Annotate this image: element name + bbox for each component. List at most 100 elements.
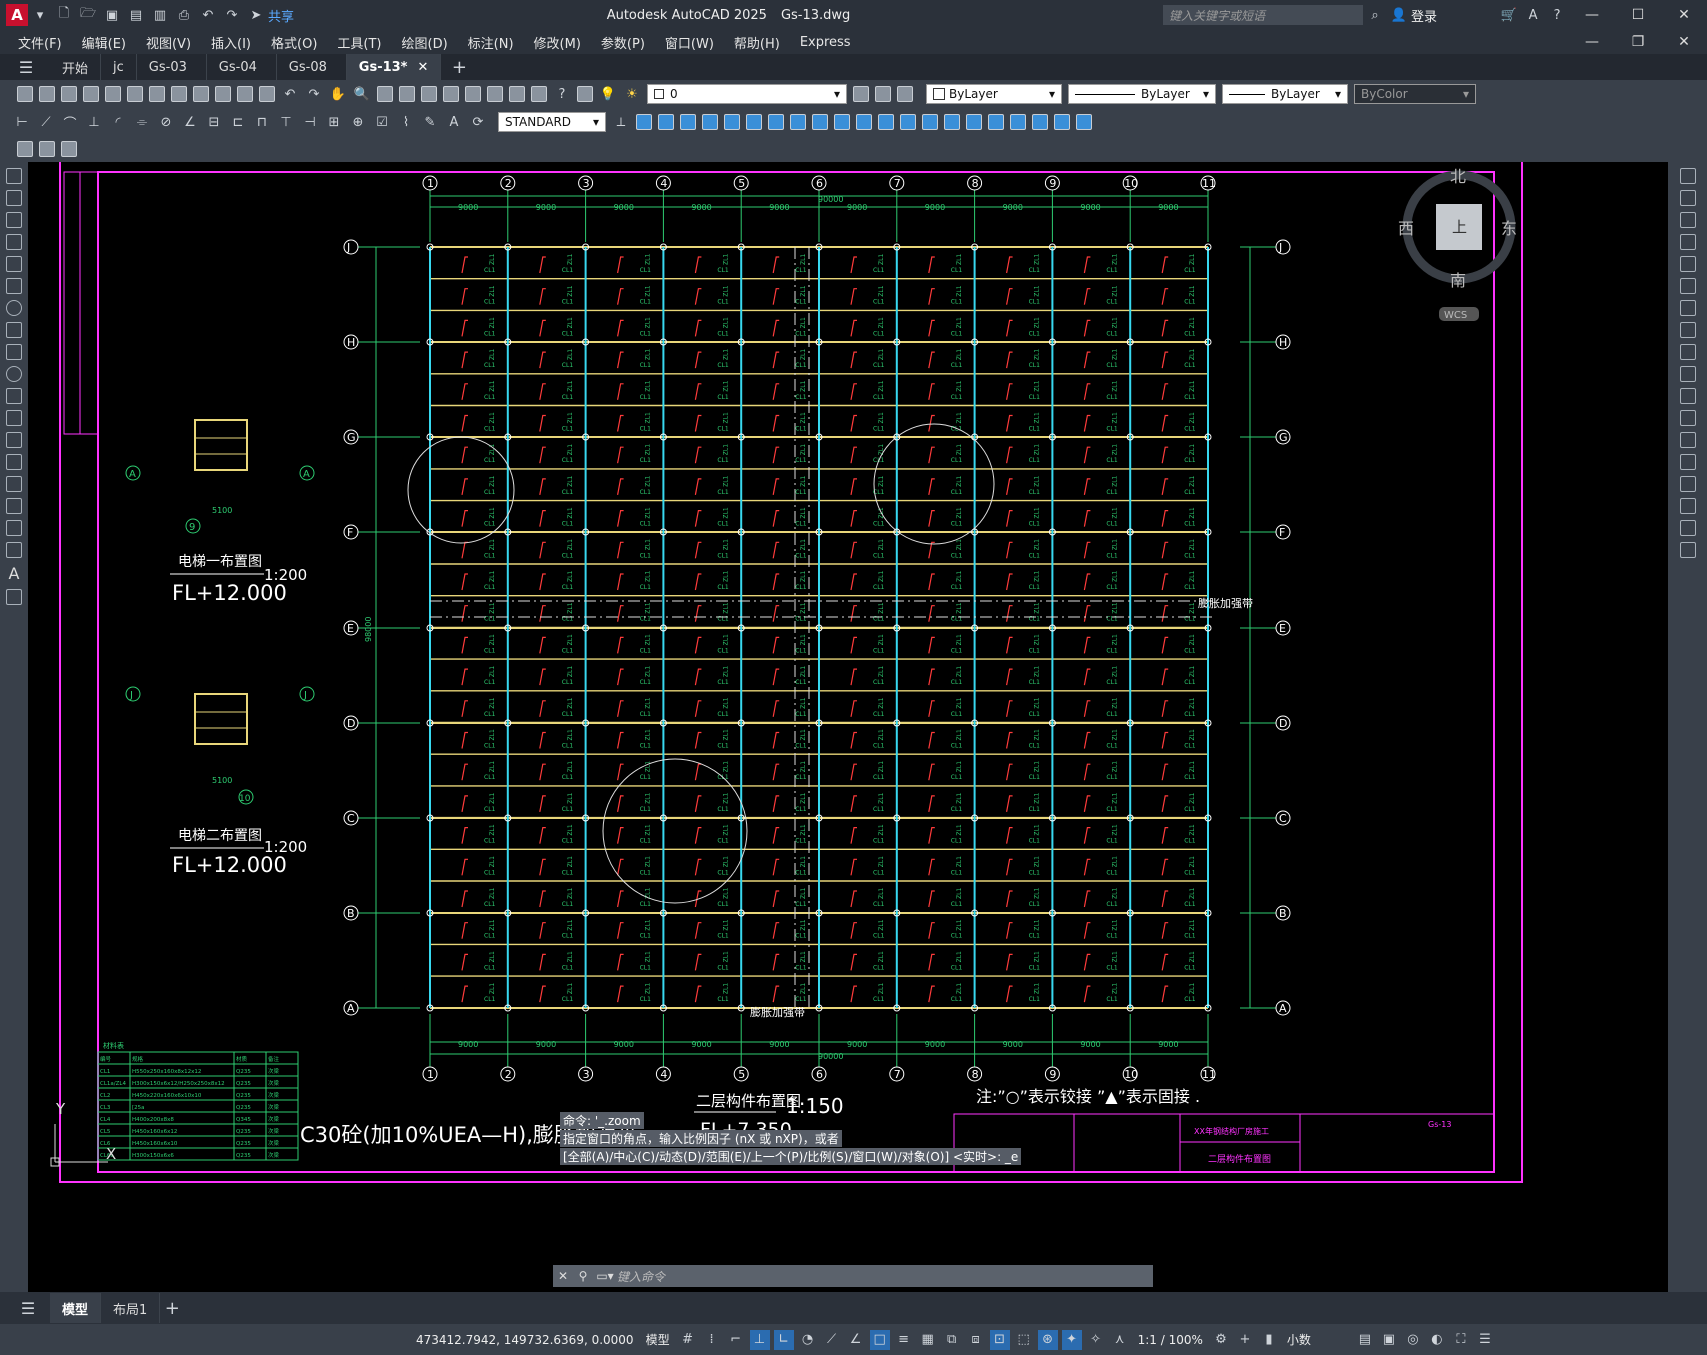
model-space-toggle[interactable]: 模型 (646, 1331, 670, 1348)
offset-icon[interactable] (1679, 234, 1696, 250)
units-select[interactable]: 小数 (1287, 1331, 1347, 1348)
new-tab-icon[interactable]: + (449, 57, 469, 78)
command-input[interactable]: 键入命令 (617, 1268, 665, 1285)
array-icon[interactable] (1679, 256, 1696, 272)
layout-menu-icon[interactable]: ☰ (18, 1298, 38, 1318)
transparency-icon[interactable]: ▦ (918, 1330, 938, 1350)
lock-ui-icon[interactable]: ▣ (1379, 1330, 1399, 1350)
trim-icon[interactable] (1679, 366, 1696, 382)
draworder-front-icon[interactable] (988, 114, 1004, 130)
ortho-icon[interactable]: ∟ (773, 1329, 794, 1350)
chamfer-icon[interactable] (1679, 476, 1696, 492)
line-icon[interactable] (6, 168, 22, 184)
modify-array-icon[interactable] (724, 114, 740, 130)
rotate-icon[interactable] (1679, 300, 1696, 316)
preview-icon[interactable] (105, 86, 121, 102)
dimstyle-select[interactable]: STANDARD ▾ (498, 112, 606, 132)
menu-help[interactable]: 帮助(H) (734, 33, 780, 52)
isometric-icon[interactable]: ⟋ (822, 1330, 842, 1350)
layer-select[interactable]: 0 ▾ (647, 84, 847, 104)
dim-edit-icon[interactable]: ✎ (420, 112, 440, 132)
dim-angular-icon[interactable]: ∠ (180, 112, 200, 132)
doc-close-button[interactable]: ✕ (1661, 34, 1707, 50)
center-mark-icon[interactable]: ⊕ (348, 112, 368, 132)
isolate-objects-icon[interactable]: ◎ (1403, 1330, 1423, 1350)
polar-icon[interactable]: ◔ (798, 1330, 818, 1350)
break-icon[interactable] (1679, 432, 1696, 448)
arc-icon[interactable] (6, 278, 22, 294)
linetype-select[interactable]: ByLayer ▾ (1068, 84, 1216, 104)
circle-icon[interactable] (6, 300, 22, 316)
dim-aligned-icon[interactable]: ⟋ (36, 112, 56, 132)
design-center-icon[interactable] (443, 86, 459, 102)
dim-ordinate-icon[interactable]: ⊥ (84, 112, 104, 132)
make-current-icon[interactable] (853, 86, 869, 102)
inspect-icon[interactable]: ☑ (372, 112, 392, 132)
menu-edit[interactable]: 编辑(E) (82, 33, 126, 52)
move-icon[interactable] (1679, 278, 1696, 294)
jogged-linear-icon[interactable]: ⌇ (396, 112, 416, 132)
menu-window[interactable]: 窗口(W) (665, 33, 714, 52)
snap-icon[interactable]: ⁞ (702, 1330, 722, 1350)
modify-chamfer-icon[interactable] (922, 114, 938, 130)
drawing-canvas[interactable]: J J H H G G F F E E D D C C B B A A 1 1 2 2 3 3 4 4 5 5 6 6 7 7 8 8 9 9 10 10… (28, 162, 1668, 1292)
doc-minimize-button[interactable]: — (1569, 34, 1615, 50)
lineweight-select[interactable]: ByLayer ▾ (1222, 84, 1348, 104)
mtext-icon[interactable]: A (0, 564, 28, 583)
open-icon[interactable] (39, 86, 55, 102)
close-button[interactable]: ✕ (1661, 7, 1707, 23)
tolerance-icon[interactable]: ⊞ (324, 112, 344, 132)
explode-icon[interactable] (1679, 542, 1696, 558)
minimize-button[interactable]: — (1569, 7, 1615, 23)
dim-linear-icon[interactable]: ⊢ (12, 112, 32, 132)
modify-move-icon[interactable] (746, 114, 762, 130)
menu-view[interactable]: 视图(V) (146, 33, 191, 52)
auto-scale-icon[interactable]: ✧ (1086, 1330, 1106, 1350)
modify-break-icon[interactable] (878, 114, 894, 130)
layer-previous-icon[interactable] (875, 86, 891, 102)
clean-screen-icon[interactable]: ⛶ (1451, 1330, 1471, 1350)
modify-erase-icon[interactable] (636, 114, 652, 130)
viewcube[interactable]: 上 北 南 西 东 WCS (1398, 167, 1517, 321)
menu-express[interactable]: Express (800, 35, 851, 50)
copy-r-icon[interactable] (1679, 190, 1696, 206)
annotation-visibility-icon[interactable]: ✦ (1061, 1329, 1082, 1350)
polygon-icon[interactable] (6, 234, 22, 250)
undo-icon[interactable]: ↶ (198, 5, 218, 25)
dynamic-ucs-icon[interactable]: ⊡ (989, 1329, 1010, 1350)
doc-restore-button[interactable]: ❐ (1615, 34, 1661, 50)
zoom-previous-icon[interactable] (399, 86, 415, 102)
share-icon[interactable]: ➤ (246, 5, 266, 25)
workspace-gear-icon[interactable]: ⚙ (1211, 1330, 1231, 1350)
zoom-window-icon[interactable] (377, 86, 393, 102)
selection-filter-icon[interactable]: ⬚ (1014, 1330, 1034, 1350)
modify-offset-icon[interactable] (702, 114, 718, 130)
redo-tb-icon[interactable]: ↷ (304, 84, 324, 104)
close-tab-icon[interactable]: ✕ (417, 60, 428, 75)
draworder-back-icon[interactable] (1010, 114, 1026, 130)
dynamic-input-icon[interactable]: ⊥ (749, 1329, 770, 1350)
gradient-icon[interactable] (6, 498, 22, 514)
dim-text-edit-icon[interactable]: A (444, 112, 464, 132)
modify-copy-icon[interactable] (658, 114, 674, 130)
add-layout-icon[interactable]: + (162, 1298, 182, 1319)
tab-layout1[interactable]: 布局1 (101, 1293, 161, 1323)
modify-trim-icon[interactable] (834, 114, 850, 130)
save-icon[interactable]: ▣ (102, 5, 122, 25)
tab-jc[interactable]: jc (101, 54, 137, 80)
dim-arc-icon[interactable]: ⌒ (60, 112, 80, 132)
modify-join-icon[interactable] (900, 114, 916, 130)
construction-line-icon[interactable] (6, 190, 22, 206)
dim-update-icon[interactable]: ⟳ (468, 112, 488, 132)
copy-icon[interactable] (193, 86, 209, 102)
print-icon[interactable]: ⎙ (174, 5, 194, 25)
region-icon[interactable] (6, 520, 22, 536)
maximize-button[interactable]: ☐ (1615, 7, 1661, 23)
pdf-icon[interactable] (149, 86, 165, 102)
join-icon[interactable] (1679, 454, 1696, 470)
dim-break-icon[interactable]: ⊣ (300, 112, 320, 132)
menu-modify[interactable]: 修改(M) (534, 33, 581, 52)
command-line[interactable]: ✕ ⚲ ▭▾ 键入命令 (553, 1265, 1153, 1287)
customization-icon[interactable]: ☰ (1475, 1330, 1495, 1350)
break-point-icon[interactable] (1679, 410, 1696, 426)
